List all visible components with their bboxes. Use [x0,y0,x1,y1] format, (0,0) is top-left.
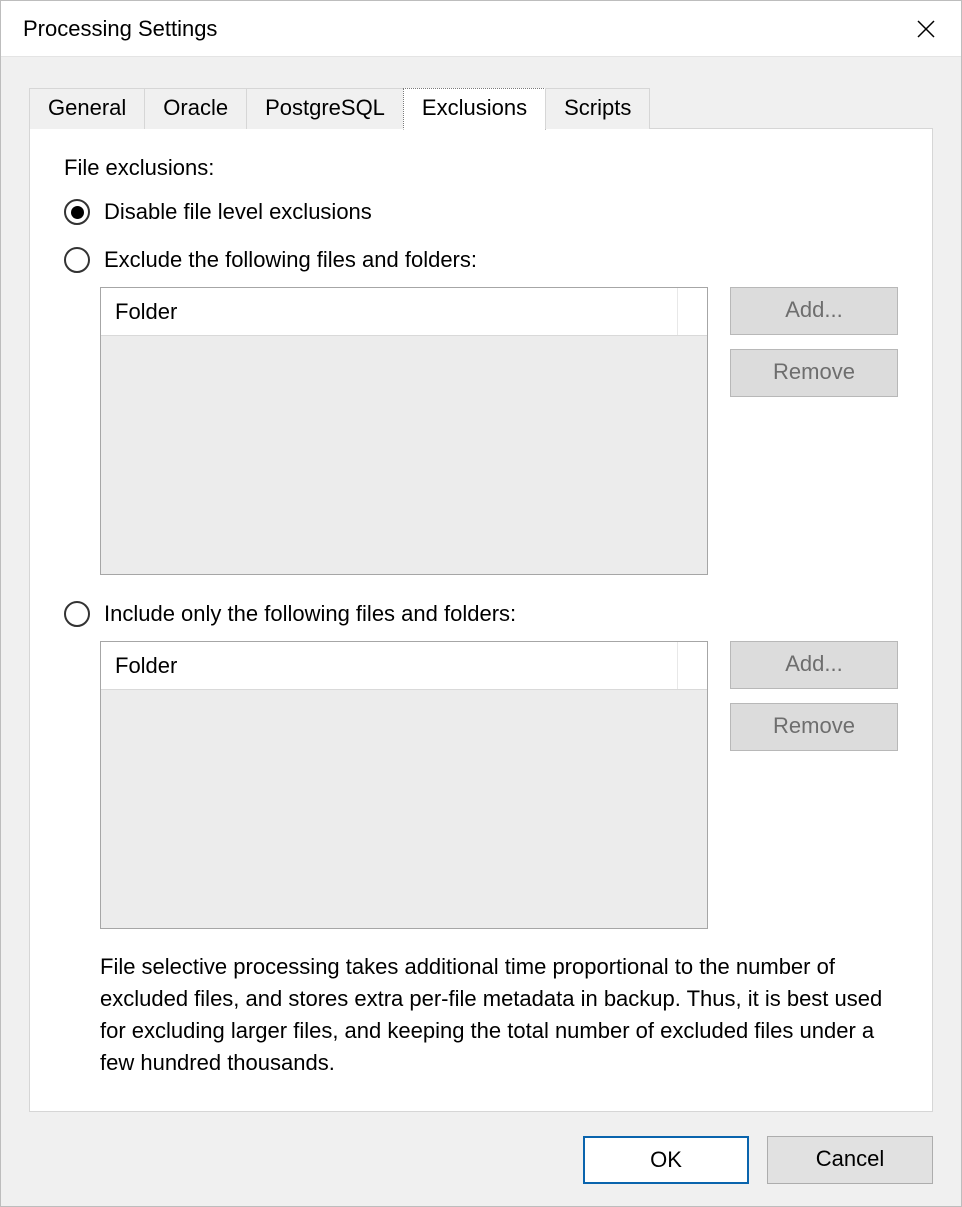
radio-include-only[interactable]: Include only the following files and fol… [64,601,898,627]
radio-icon [64,601,90,627]
column-header-spacer [677,288,707,335]
exclude-buttons: Add... Remove [730,287,898,575]
ok-button[interactable]: OK [583,1136,749,1184]
include-add-button[interactable]: Add... [730,641,898,689]
include-list-group: Folder Add... Remove [100,641,898,929]
radio-disable-exclusions[interactable]: Disable file level exclusions [64,199,898,225]
exclude-list-body [101,336,707,574]
help-text: File selective processing takes addition… [100,951,898,1079]
column-header-folder[interactable]: Folder [115,288,677,335]
include-remove-button[interactable]: Remove [730,703,898,751]
radio-label: Disable file level exclusions [104,199,372,225]
radio-icon [64,247,90,273]
titlebar: Processing Settings [1,1,961,57]
window-title: Processing Settings [23,16,907,42]
radio-icon [64,199,90,225]
close-icon [916,19,936,39]
radio-exclude-following[interactable]: Exclude the following files and folders: [64,247,898,273]
include-list-header: Folder [101,642,707,690]
column-header-folder[interactable]: Folder [115,642,677,689]
exclude-remove-button[interactable]: Remove [730,349,898,397]
tab-panel-exclusions: File exclusions: Disable file level excl… [29,128,933,1112]
exclude-list-group: Folder Add... Remove [100,287,898,575]
include-list-body [101,690,707,928]
tab-oracle[interactable]: Oracle [144,88,247,129]
include-buttons: Add... Remove [730,641,898,929]
dialog-footer: OK Cancel [29,1112,933,1184]
radio-label: Exclude the following files and folders: [104,247,477,273]
exclude-list-header: Folder [101,288,707,336]
radio-label: Include only the following files and fol… [104,601,516,627]
tab-postgresql[interactable]: PostgreSQL [246,88,404,129]
column-header-spacer [677,642,707,689]
include-listbox[interactable]: Folder [100,641,708,929]
tab-exclusions[interactable]: Exclusions [403,88,546,130]
dialog-processing-settings: Processing Settings General Oracle Postg… [0,0,962,1207]
section-label-file-exclusions: File exclusions: [64,155,898,181]
tab-scripts[interactable]: Scripts [545,88,650,129]
cancel-button[interactable]: Cancel [767,1136,933,1184]
tab-strip: General Oracle PostgreSQL Exclusions Scr… [29,87,933,129]
exclude-listbox[interactable]: Folder [100,287,708,575]
client-area: General Oracle PostgreSQL Exclusions Scr… [1,57,961,1206]
tab-general[interactable]: General [29,88,145,129]
close-button[interactable] [907,10,945,48]
exclude-add-button[interactable]: Add... [730,287,898,335]
